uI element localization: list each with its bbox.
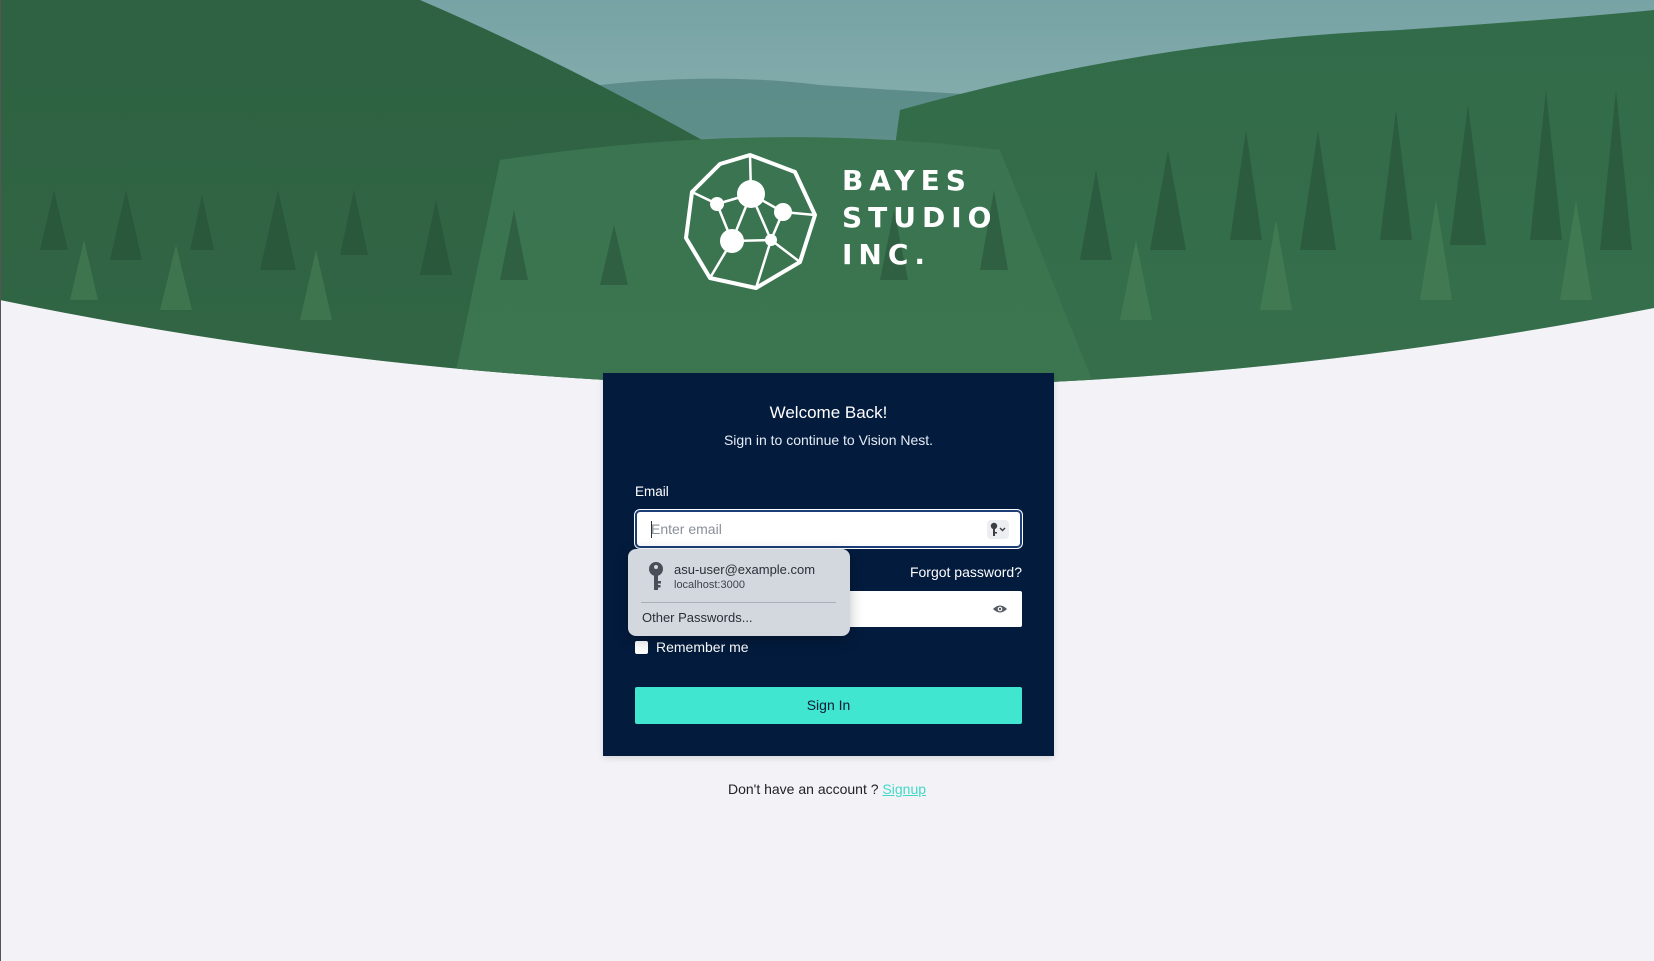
password-manager-button[interactable] — [987, 520, 1009, 539]
key-icon — [649, 562, 663, 590]
key-icon — [990, 522, 1006, 536]
brand-line-3: INC. — [842, 238, 932, 271]
remember-me-checkbox[interactable] — [635, 640, 648, 654]
other-passwords-option[interactable]: Other Passwords... — [642, 610, 753, 625]
brand-logo: BAYES STUDIO INC. — [680, 152, 991, 292]
signup-prompt-text: Don't have an account ? — [727, 781, 879, 797]
login-page: BAYES STUDIO INC. Welcome Back! Sign in … — [0, 0, 1654, 961]
card-title: Welcome Back! — [769, 403, 888, 422]
remember-me-row: Remember me — [635, 639, 749, 655]
saved-credential-item[interactable]: asu-user@example.com localhost:3000 — [634, 555, 844, 597]
saved-username: asu-user@example.com — [674, 562, 816, 577]
email-input[interactable] — [651, 512, 981, 546]
brand-name: BAYES STUDIO INC. — [842, 162, 997, 273]
divider — [641, 602, 836, 603]
email-label: Email — [635, 484, 669, 499]
text-caret — [651, 521, 652, 538]
brand-line-2: STUDIO — [842, 201, 998, 234]
password-autofill-popup: asu-user@example.com localhost:3000 Othe… — [628, 549, 850, 636]
show-password-button[interactable] — [992, 602, 1008, 616]
brand-line-1: BAYES — [842, 164, 972, 197]
email-field-wrapper — [635, 510, 1022, 548]
card-subtitle: Sign in to continue to Vision Nest. — [723, 432, 934, 448]
remember-me-label: Remember me — [656, 639, 749, 655]
saved-site: localhost:3000 — [674, 579, 745, 591]
bayes-logo-icon — [680, 152, 820, 292]
window-edge — [0, 0, 1, 961]
signup-prompt: Don't have an account ? Signup — [0, 781, 1654, 797]
sign-in-button[interactable]: Sign In — [635, 687, 1022, 724]
forgot-password-link[interactable]: Forgot password? — [910, 564, 1022, 580]
eye-icon — [993, 605, 1007, 613]
signup-link[interactable]: Signup — [882, 781, 926, 797]
